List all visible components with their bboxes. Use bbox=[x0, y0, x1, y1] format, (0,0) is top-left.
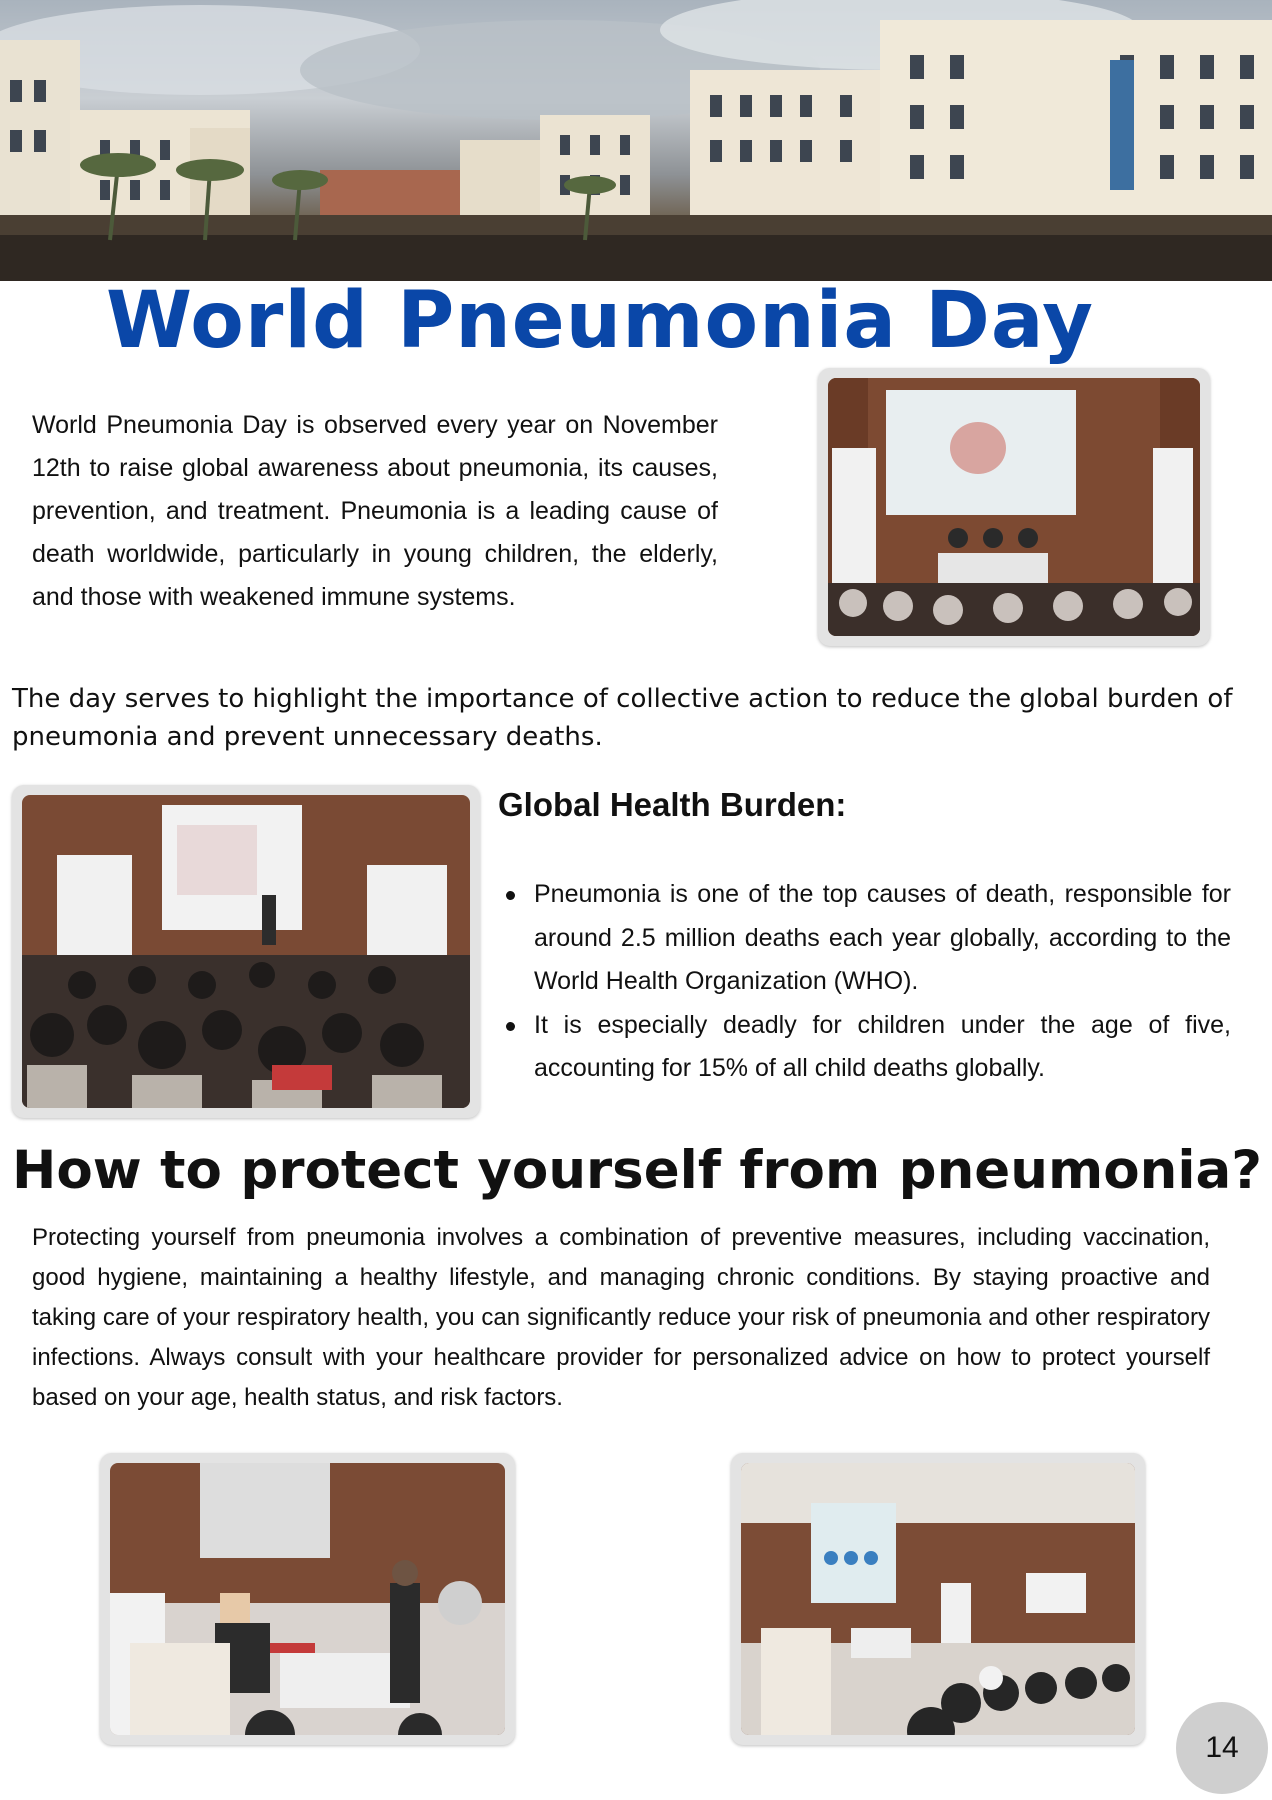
seminar-panel-photo bbox=[818, 368, 1210, 646]
list-item: Pneumonia is one of the top causes of de… bbox=[498, 873, 1231, 1004]
page-number-badge: 14 bbox=[1176, 1702, 1268, 1794]
burden-item-text: Pneumonia is one of the top causes of de… bbox=[534, 880, 1231, 995]
protect-heading: How to protect yourself from pneumonia? bbox=[12, 1140, 1263, 1201]
bullet-icon bbox=[506, 1021, 515, 1031]
speaker-podium-photo bbox=[100, 1453, 515, 1745]
burden-item-text: It is especially deadly for children und… bbox=[534, 1010, 1231, 1083]
bullet-icon bbox=[506, 891, 515, 900]
lecture-hall-photo bbox=[731, 1453, 1145, 1745]
intro-paragraph: World Pneumonia Day is observed every ye… bbox=[32, 411, 718, 611]
page-number: 14 bbox=[1205, 1731, 1239, 1764]
protect-paragraph: Protecting yourself from pneumonia invol… bbox=[32, 1224, 1210, 1411]
burden-heading: Global Health Burden: bbox=[498, 786, 847, 823]
list-item: It is especially deadly for children und… bbox=[498, 1004, 1231, 1091]
page-title: World Pneumonia Day bbox=[106, 276, 1094, 366]
burden-list: Pneumonia is one of the top causes of de… bbox=[498, 873, 1231, 1091]
campus-banner-photo bbox=[0, 0, 1272, 281]
serves-paragraph: The day serves to highlight the importan… bbox=[12, 684, 1233, 752]
lecture-audience-photo bbox=[12, 785, 480, 1118]
